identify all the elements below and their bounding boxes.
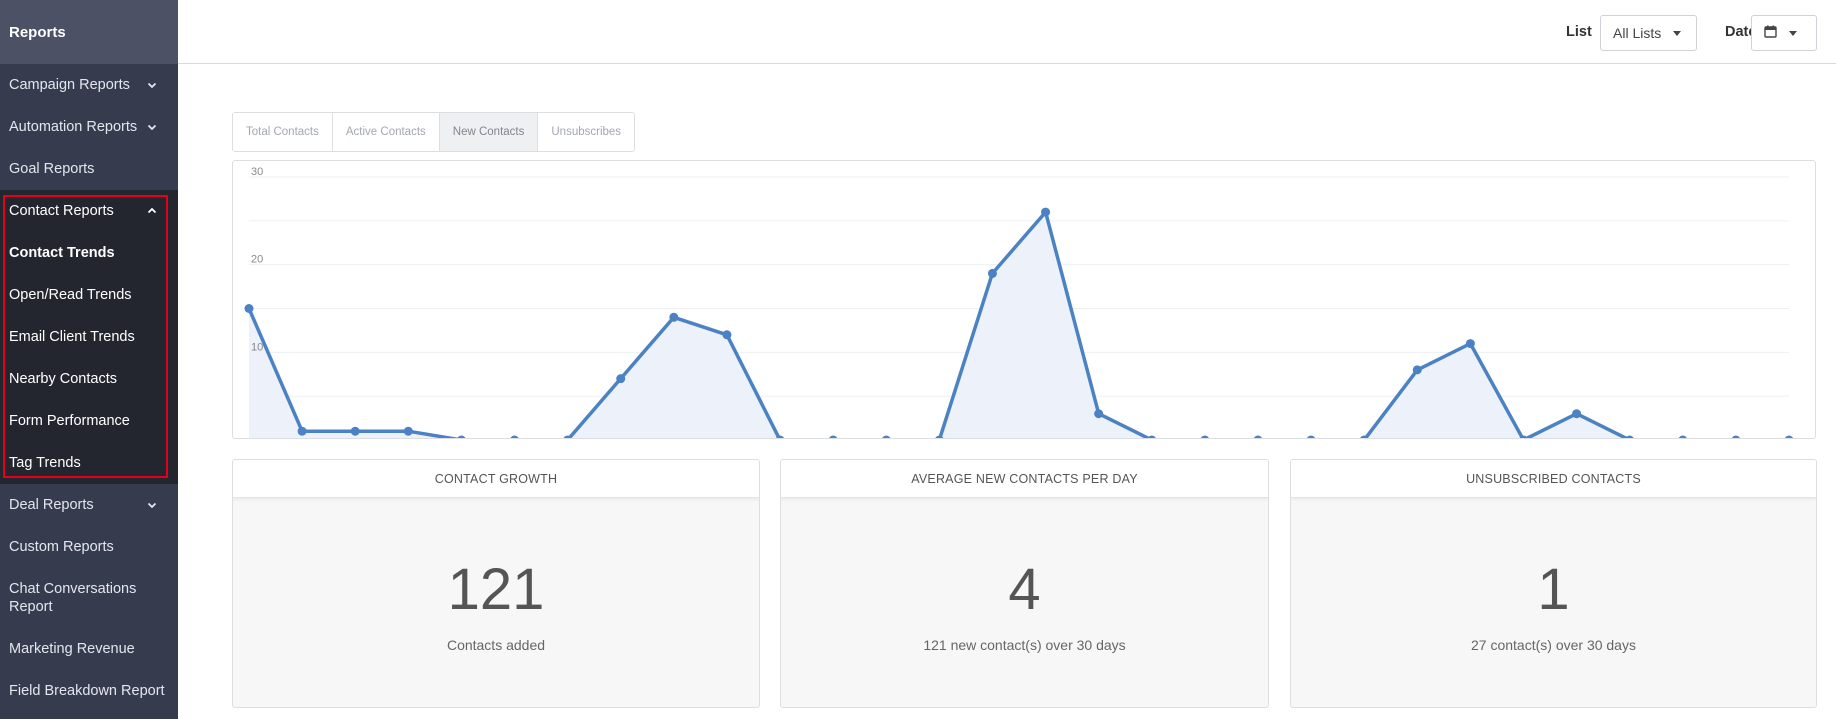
sidebar-item-label: Automation Reports [9, 119, 138, 135]
calendar-icon [1764, 25, 1777, 41]
sidebar-item-label: Tag Trends [9, 455, 81, 471]
sidebar-item-label: Deal Reports [9, 497, 94, 513]
sidebar-item-marketing-revenue[interactable]: Marketing Revenue [0, 628, 178, 670]
sidebar-item-label: Contact Trends [9, 245, 115, 261]
data-point[interactable] [457, 435, 466, 440]
sidebar-item-goal-reports[interactable]: Goal Reports [0, 148, 178, 190]
data-point[interactable] [669, 312, 679, 322]
card-title: UNSUBSCRIBED CONTACTS [1291, 460, 1816, 498]
data-point[interactable] [1147, 435, 1156, 440]
sidebar-item-automation-reports[interactable]: Automation Reports [0, 106, 178, 148]
sidebar: Reports Campaign Reports Automation Repo… [0, 0, 178, 719]
sidebar-item-label: Custom Reports [9, 539, 114, 555]
list-select[interactable]: All Lists [1600, 15, 1697, 51]
unsubscribed-contacts-card: UNSUBSCRIBED CONTACTS 1 27 contact(s) ov… [1290, 459, 1817, 708]
sidebar-item-campaign-reports[interactable]: Campaign Reports [0, 64, 178, 106]
card-value: 1 [1537, 557, 1570, 622]
data-point[interactable] [722, 330, 732, 340]
chevron-up-icon [146, 205, 158, 217]
chevron-down-icon [146, 499, 158, 511]
caret-down-icon [1673, 30, 1682, 36]
card-value: 4 [1008, 557, 1041, 622]
sidebar-item-open-read-trends[interactable]: Open/Read Trends [0, 274, 178, 316]
data-point[interactable] [829, 435, 838, 440]
contact-growth-card: CONTACT GROWTH 121 Contacts added [232, 459, 760, 708]
sidebar-item-label: Goal Reports [9, 161, 95, 177]
sidebar-item-label: Contact Reports [9, 203, 114, 219]
contacts-chart: 10 20 30 [232, 160, 1816, 439]
data-point[interactable] [1041, 207, 1051, 217]
sidebar-item-form-performance[interactable]: Form Performance [0, 400, 178, 442]
sidebar-item-label: Open/Read Trends [9, 287, 132, 303]
data-point[interactable] [1307, 435, 1316, 440]
data-point[interactable] [297, 426, 307, 436]
sidebar-item-email-client-trends[interactable]: Email Client Trends [0, 316, 178, 358]
tab-unsubscribes[interactable]: Unsubscribes [538, 113, 635, 151]
sidebar-item-custom-reports[interactable]: Custom Reports [0, 526, 178, 568]
caret-down-icon [1789, 30, 1797, 36]
series-area [249, 212, 1626, 438]
sidebar-item-deal-reports[interactable]: Deal Reports [0, 484, 178, 526]
sidebar-item-label: Email Client Trends [9, 329, 135, 345]
card-value: 121 [447, 557, 545, 622]
card-title: CONTACT GROWTH [233, 460, 759, 498]
tab-active-contacts[interactable]: Active Contacts [332, 113, 440, 151]
data-point[interactable] [510, 435, 519, 440]
sidebar-item-contact-reports[interactable]: Contact Reports [0, 190, 178, 232]
sidebar-item-label: Chat Conversations Report [9, 581, 137, 615]
data-point[interactable] [1094, 409, 1104, 419]
data-point[interactable] [1678, 435, 1687, 440]
sidebar-title: Reports [0, 0, 178, 64]
sidebar-group-contact-reports: Contact Reports Contact Trends Open/Read… [0, 190, 178, 484]
chevron-down-icon [146, 79, 158, 91]
card-subtitle: 27 contact(s) over 30 days [1471, 637, 1636, 653]
data-point[interactable] [1200, 435, 1209, 440]
sidebar-item-contact-trends[interactable]: Contact Trends [0, 232, 178, 274]
sidebar-item-label: Field Breakdown Report [9, 683, 165, 699]
y-tick-label: 10 [251, 341, 263, 353]
data-point[interactable] [616, 374, 626, 384]
card-subtitle: Contacts added [446, 637, 546, 653]
sidebar-item-chat-conversations-report[interactable]: Chat Conversations Report [0, 568, 178, 628]
card-title: AVERAGE NEW CONTACTS PER DAY [781, 460, 1268, 498]
average-new-contacts-card: AVERAGE NEW CONTACTS PER DAY 4 121 new c… [780, 459, 1269, 708]
sidebar-item-label: Nearby Contacts [9, 371, 117, 387]
sidebar-item-field-breakdown-report[interactable]: Field Breakdown Report [0, 670, 178, 712]
data-point[interactable] [1412, 365, 1422, 375]
chart-svg: 10 20 30 [244, 166, 1794, 440]
sidebar-item-label: Marketing Revenue [9, 641, 135, 657]
sidebar-item-label: Form Performance [9, 413, 130, 429]
chevron-down-icon [146, 121, 158, 133]
data-point[interactable] [987, 268, 997, 278]
list-label: List [1566, 24, 1592, 40]
data-point[interactable] [350, 426, 360, 436]
data-point[interactable] [1784, 435, 1794, 440]
top-bar: List All Lists Date [178, 0, 1836, 64]
reports-app: Reports Campaign Reports Automation Repo… [0, 0, 1836, 719]
metric-tabs: Total Contacts Active Contacts New Conta… [232, 112, 636, 152]
data-point[interactable] [1253, 435, 1262, 440]
data-point[interactable] [403, 426, 413, 436]
date-picker-button[interactable] [1751, 15, 1817, 51]
data-point[interactable] [1572, 409, 1582, 419]
sidebar-item-label: Campaign Reports [9, 77, 130, 93]
tab-total-contacts[interactable]: Total Contacts [233, 113, 333, 151]
list-select-value: All Lists [1613, 25, 1662, 41]
data-point[interactable] [244, 304, 254, 313]
y-tick-label: 30 [251, 166, 263, 178]
tab-new-contacts[interactable]: New Contacts [439, 113, 539, 151]
data-point[interactable] [882, 435, 891, 440]
card-subtitle: 121 new contact(s) over 30 days [923, 637, 1126, 653]
data-point[interactable] [1625, 435, 1634, 440]
y-tick-label: 20 [251, 254, 263, 266]
sidebar-item-nearby-contacts[interactable]: Nearby Contacts [0, 358, 178, 400]
data-point[interactable] [1465, 339, 1475, 349]
data-point[interactable] [1731, 435, 1740, 440]
sidebar-item-tag-trends[interactable]: Tag Trends [0, 442, 178, 484]
